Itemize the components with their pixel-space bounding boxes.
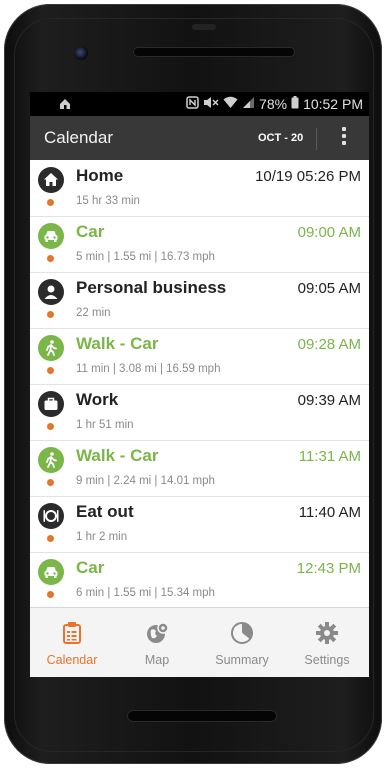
timeline-row[interactable]: Personal business 09:05 AM 22 min [30,272,369,329]
page-title: Calendar [44,128,113,147]
home-icon [38,167,64,193]
activity-detail: 22 min [76,307,111,319]
timeline-dot [47,255,54,262]
tab-settings[interactable]: Settings [285,608,369,677]
car-icon [38,223,64,249]
timeline-dot [47,591,54,598]
activity-detail: 15 hr 33 min [76,195,140,207]
bottom-tab-bar: Calendar Map Summary Settings [30,607,369,677]
summary-chart-icon [229,620,255,646]
timeline-dot [47,423,54,430]
activity-time: 11:40 AM [298,504,361,521]
car-icon [38,559,64,585]
proximity-sensor [192,24,216,30]
walk-icon [38,447,64,473]
activity-name: Car [76,222,105,241]
tab-summary[interactable]: Summary [200,608,284,677]
activity-detail: 1 hr 51 min [76,419,134,431]
timeline-row[interactable]: Walk - Car 11:31 AM 9 min | 2.24 mi | 14.0… [30,440,369,497]
timeline-row[interactable]: Home 10/19 05:26 PM 15 hr 33 min [30,160,369,217]
tab-label: Calendar [46,653,98,667]
activity-time: 09:39 AM [297,392,361,409]
activity-time: 12:43 PM [296,560,361,577]
timeline-dot [47,367,54,374]
earpiece-speaker [134,48,294,56]
briefcase-icon [38,391,64,417]
tab-label: Summary [215,653,269,667]
status-bar: 78% 10:52 PM [30,92,369,116]
activity-time: 09:00 AM [297,224,361,241]
activity-time: 09:05 AM [297,280,361,297]
date-range-selector[interactable]: OCT - 20 [258,132,303,144]
activity-time: 11:31 AM [298,448,361,465]
activity-detail: 6 min | 1.55 mi | 15.34 mph [76,587,215,599]
activity-name: Car [76,558,105,577]
battery-icon [291,96,299,112]
timeline-row[interactable]: Car 09:00 AM 5 min | 1.55 mi | 16.73 mph [30,216,369,273]
calendar-icon [59,620,85,646]
activity-detail: 1 hr 2 min [76,531,128,543]
timeline-list[interactable]: Home 10/19 05:26 PM 15 hr 33 min Car 09:00 A… [30,160,369,607]
activity-name: Home [76,166,124,185]
timeline-row[interactable]: Work 09:39 AM 1 hr 51 min [30,384,369,441]
activity-detail: 11 min | 3.08 mi | 16.59 mph [76,363,221,375]
timeline-row[interactable]: Car 12:43 PM 6 min | 1.55 mi | 15.34 mph [30,552,369,607]
tab-map[interactable]: Map [115,608,199,677]
activity-name: Eat out [76,502,134,521]
nfc-icon [186,96,199,112]
battery-percent: 78% [259,96,288,112]
activity-name: Walk - Car [76,446,159,465]
overflow-menu-icon[interactable] [337,127,351,149]
activity-time: 10/19 05:26 PM [255,168,361,185]
person-icon [38,279,64,305]
activity-name: Walk - Car [76,334,159,353]
timeline-dot [47,311,54,318]
wifi-icon [223,96,238,112]
house-notification-icon [58,97,72,114]
activity-time: 09:28 AM [297,336,361,353]
timeline-dot [47,535,54,542]
walk-icon [38,335,64,361]
app-bar: Calendar OCT - 20 [30,116,369,160]
tab-calendar[interactable]: Calendar [30,608,114,677]
activity-name: Personal business [76,278,227,297]
dining-icon [38,503,64,529]
activity-detail: 9 min | 2.24 mi | 14.01 mph [76,475,215,487]
activity-name: Work [76,390,119,409]
front-camera [74,46,88,60]
signal-icon [242,96,255,112]
status-icons: 78% 10:52 PM [186,96,363,112]
activity-detail: 5 min | 1.55 mi | 16.73 mph [76,251,215,263]
bottom-speaker [128,711,276,721]
screen: 78% 10:52 PM Calendar OCT - 20 Home 10/19… [30,92,369,677]
timeline-row[interactable]: Eat out 11:40 AM 1 hr 2 min [30,496,369,553]
status-time: 10:52 PM [303,96,363,112]
map-globe-icon [144,620,170,646]
tab-label: Settings [304,653,350,667]
timeline-dot [47,199,54,206]
timeline-row[interactable]: Walk - Car 09:28 AM 11 min | 3.08 mi | 16.… [30,328,369,385]
timeline-dot [47,479,54,486]
mute-icon [203,96,219,112]
gear-icon [314,620,340,646]
app-bar-divider [316,128,317,150]
tab-label: Map [144,653,170,667]
